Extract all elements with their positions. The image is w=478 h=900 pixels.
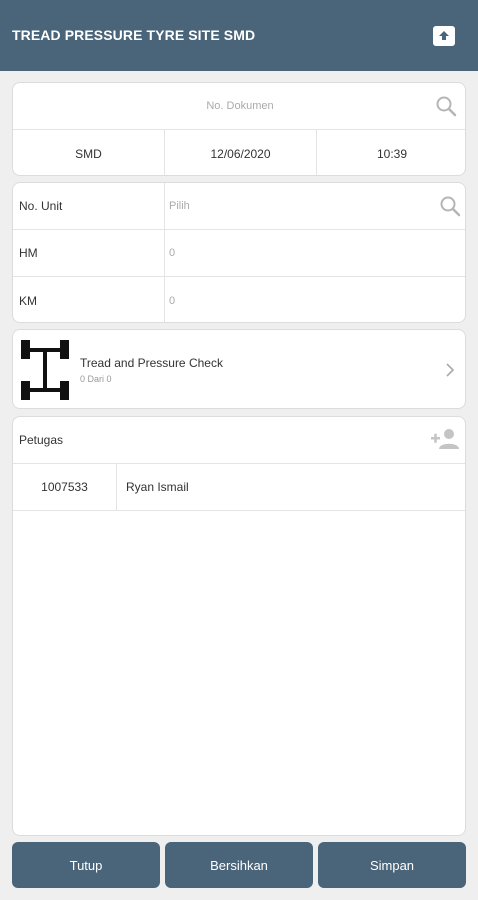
document-card: No. Dokumen SMD 12/06/2020 10:39: [12, 82, 466, 176]
divider: [164, 183, 165, 229]
document-number-input[interactable]: No. Dokumen: [13, 83, 465, 129]
time-field[interactable]: 10:39: [317, 130, 465, 175]
hm-row: HM 0: [13, 230, 465, 277]
petugas-header: Petugas: [13, 417, 465, 464]
bersihkan-button[interactable]: Bersihkan: [165, 842, 313, 888]
tread-pressure-check-card[interactable]: Tread and Pressure Check 0 Dari 0: [12, 329, 466, 409]
divider: [164, 277, 165, 322]
km-row: KM 0: [13, 277, 465, 322]
check-title: Tread and Pressure Check: [80, 356, 223, 370]
unit-row[interactable]: No. Unit Pilih: [13, 183, 465, 230]
document-search-row[interactable]: No. Dokumen: [13, 83, 465, 130]
table-row[interactable]: 1007533 Ryan Ismail: [13, 464, 465, 511]
hm-input[interactable]: 0: [169, 230, 459, 276]
upload-icon: [439, 31, 449, 40]
add-person-icon[interactable]: [431, 428, 459, 450]
petugas-label: Petugas: [19, 433, 64, 447]
chevron-right-icon: [446, 363, 455, 377]
site-value: SMD: [75, 146, 102, 161]
search-icon[interactable]: [435, 95, 457, 117]
upload-button[interactable]: [433, 26, 455, 46]
check-progress: 0 Dari 0: [80, 374, 112, 384]
page-title: TREAD PRESSURE TYRE SITE SMD: [12, 27, 256, 43]
unit-label: No. Unit: [19, 199, 63, 213]
search-icon[interactable]: [439, 195, 461, 217]
simpan-button[interactable]: Simpan: [318, 842, 466, 888]
unit-card: No. Unit Pilih HM 0 KM 0: [12, 182, 466, 323]
unit-select[interactable]: Pilih: [169, 183, 419, 229]
document-info-row: SMD 12/06/2020 10:39: [13, 130, 465, 175]
petugas-name: Ryan Ismail: [126, 480, 189, 494]
hm-label: HM: [19, 246, 38, 260]
date-field[interactable]: 12/06/2020: [165, 130, 316, 175]
petugas-id: 1007533: [41, 480, 88, 494]
axle-diagram-icon: [21, 340, 69, 400]
tutup-button[interactable]: Tutup: [12, 842, 160, 888]
km-input[interactable]: 0: [169, 277, 459, 322]
app-bar: TREAD PRESSURE TYRE SITE SMD: [0, 0, 478, 71]
divider: [164, 230, 165, 276]
km-label: KM: [19, 293, 37, 308]
petugas-card: Petugas 1007533 Ryan Ismail: [12, 416, 466, 836]
divider: [116, 464, 117, 510]
